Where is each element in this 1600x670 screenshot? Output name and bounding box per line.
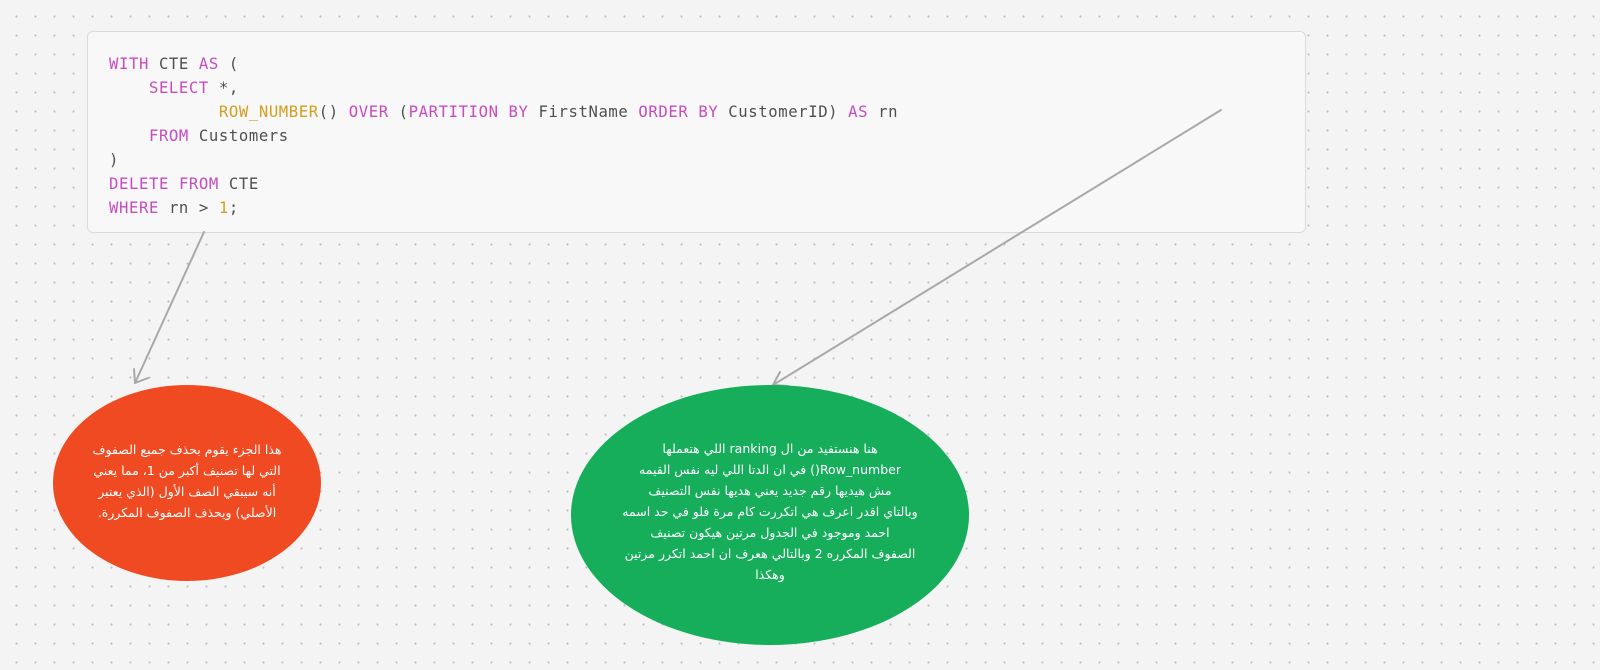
note-line: وبالتاي اقدر اعرف هي اتكررت كام مرة فلو …: [622, 503, 918, 519]
note-line: أنه سيبقي الصف الأول (الذي يعتبر: [98, 484, 276, 499]
whiteboard-canvas[interactable]: WITH CTE AS ( SELECT *, ROW_NUMBER() OVE…: [0, 0, 1600, 670]
note-line: الصفوف المكرره 2 وبالتالي هعرف ان احمد ا…: [624, 545, 916, 561]
delete-note-text: هذا الجزء يقوم بحذف جميع الصفوف التي لها…: [80, 439, 295, 523]
note-line: Row_number() في ان الدتا اللي ليه نفس ال…: [639, 461, 901, 477]
arrow-rn-to-note[interactable]: [772, 109, 1222, 387]
note-line: احمد وموجود في الجدول مرتين هيكون تصنيف: [650, 524, 890, 540]
note-line: الأصلي) ويحذف الصفوف المكررة.: [97, 505, 277, 520]
arrow-line[interactable]: [772, 109, 1222, 386]
note-line: التي لها تصنيف أكبر من 1، مما يعني: [93, 463, 281, 478]
arrow-delete-to-note[interactable]: [133, 231, 205, 384]
note-line: وهكذا: [755, 566, 785, 582]
ranking-explanation-note[interactable]: هنا هنستفيد من ال ranking اللي هتعملها R…: [571, 385, 969, 645]
ranking-note-text: هنا هنستفيد من ال ranking اللي هتعملها R…: [620, 438, 920, 585]
note-line: مش هيديها رقم جديد يعني هديها نفس التصني…: [648, 482, 892, 498]
note-line: هذا الجزء يقوم بحذف جميع الصفوف: [92, 442, 282, 457]
note-line: هنا هنستفيد من ال ranking اللي هتعملها: [662, 440, 878, 456]
arrow-line[interactable]: [134, 231, 205, 384]
delete-explanation-note[interactable]: هذا الجزء يقوم بحذف جميع الصفوف التي لها…: [53, 385, 321, 581]
